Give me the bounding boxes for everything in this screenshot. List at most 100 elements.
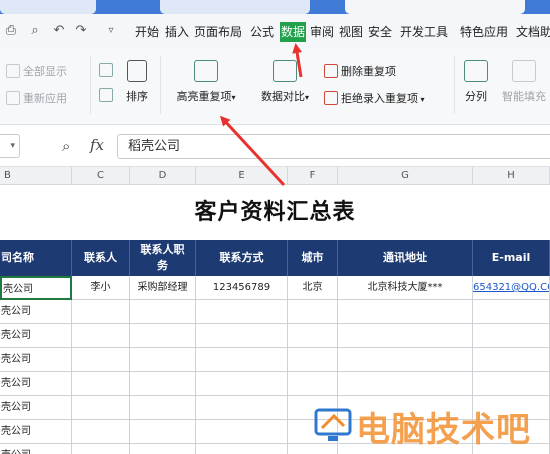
cell-address[interactable] [338, 348, 473, 372]
sort-descending-button[interactable] [99, 88, 113, 104]
column-header-b[interactable]: B [0, 167, 72, 185]
cell-phone[interactable] [196, 396, 288, 420]
cell-city[interactable] [288, 324, 338, 348]
menu-developer-tools[interactable]: 开发工具 [399, 22, 449, 42]
sheet-title[interactable]: 客户资料汇总表 [0, 185, 550, 240]
redo-icon[interactable]: ↷ [74, 24, 88, 38]
cell-company[interactable]: 壳公司 [0, 300, 72, 324]
show-all-button[interactable]: 全部显示 [6, 64, 67, 80]
reapply-button[interactable]: 重新应用 [6, 91, 67, 107]
menu-home[interactable]: 开始 [134, 22, 160, 42]
fx-icon[interactable]: fx [90, 136, 104, 154]
cell-city[interactable] [288, 372, 338, 396]
cell-phone[interactable] [196, 372, 288, 396]
cell-contact[interactable] [72, 420, 130, 444]
cell-company[interactable]: 壳公司 [0, 276, 72, 300]
cell-company[interactable]: 壳公司 [0, 396, 72, 420]
cell-phone[interactable] [196, 420, 288, 444]
cell-contact[interactable] [72, 396, 130, 420]
cell-city[interactable] [288, 348, 338, 372]
column-header-g[interactable]: G [338, 167, 473, 185]
cell-address[interactable] [338, 300, 473, 324]
cell-email[interactable]: 654321@QQ.CO [473, 276, 550, 300]
cell-email[interactable] [473, 300, 550, 324]
cell-company[interactable]: 壳公司 [0, 372, 72, 396]
header-company-name[interactable]: 司名称 [0, 240, 72, 276]
menu-formulas[interactable]: 公式 [249, 22, 275, 42]
header-city[interactable]: 城市 [288, 240, 338, 276]
cell-contact-title[interactable] [130, 372, 196, 396]
column-header-c[interactable]: C [72, 167, 130, 185]
menu-data[interactable]: 数据 [280, 22, 307, 42]
delete-duplicates-button[interactable]: 删除重复项 [324, 64, 396, 80]
document-tab[interactable] [0, 0, 96, 14]
header-address[interactable]: 通讯地址 [338, 240, 473, 276]
split-column-button[interactable]: 分列 [459, 60, 493, 110]
cell-contact-title[interactable] [130, 396, 196, 420]
cell-city[interactable]: 北京 [288, 276, 338, 300]
cell-contact[interactable]: 李小 [72, 276, 130, 300]
cell-email[interactable] [473, 324, 550, 348]
menu-view[interactable]: 视图 [338, 22, 364, 42]
menu-special-features[interactable]: 特色应用 [459, 22, 509, 42]
cell-address[interactable]: 北京科技大厦*** [338, 276, 473, 300]
header-phone[interactable]: 联系方式 [196, 240, 288, 276]
cell-contact-title[interactable]: 采购部经理 [130, 276, 196, 300]
column-header-d[interactable]: D [130, 167, 196, 185]
name-box-dropdown[interactable]: ▾ [0, 134, 20, 158]
print-icon[interactable]: ⎙ [4, 24, 18, 38]
cell-phone[interactable]: 123456789 [196, 276, 288, 300]
cell-company[interactable]: 壳公司 [0, 324, 72, 348]
cell-company[interactable]: 壳公司 [0, 348, 72, 372]
cell-phone[interactable] [196, 348, 288, 372]
header-contact-title[interactable]: 联系人职务 [130, 240, 196, 276]
cell-contact[interactable] [72, 324, 130, 348]
column-header-e[interactable]: E [196, 167, 288, 185]
cell-contact-title[interactable] [130, 420, 196, 444]
reject-duplicate-entry-button[interactable]: 拒绝录入重复项 ▾ [324, 91, 425, 107]
zoom-search-icon[interactable]: ⌕ [62, 137, 70, 155]
cell-company[interactable]: 壳公司 [0, 444, 72, 454]
column-header-h[interactable]: H [473, 167, 550, 185]
cell-email[interactable] [473, 348, 550, 372]
cell-phone[interactable] [196, 324, 288, 348]
data-compare-button[interactable]: 数据对比▾ [252, 60, 318, 110]
cell-city[interactable] [288, 300, 338, 324]
cell-company[interactable]: 壳公司 [0, 420, 72, 444]
menu-insert[interactable]: 插入 [164, 22, 190, 42]
sort-ascending-button[interactable] [99, 63, 113, 79]
cell-phone[interactable] [196, 444, 288, 454]
cell-contact[interactable] [72, 372, 130, 396]
reject-duplicate-entry-icon [324, 91, 338, 105]
cell-email[interactable] [473, 372, 550, 396]
column-header-f[interactable]: F [288, 167, 338, 185]
undo-icon[interactable]: ↶ [52, 24, 66, 38]
menu-page-layout[interactable]: 页面布局 [193, 22, 243, 42]
cell-contact[interactable] [72, 300, 130, 324]
highlight-duplicates-button[interactable]: 高亮重复项▾ [166, 60, 246, 110]
cell-contact-title[interactable] [130, 444, 196, 454]
ribbon-divider [160, 56, 161, 114]
sort-button[interactable]: 排序 [120, 60, 154, 110]
active-document-tab[interactable] [345, 0, 525, 14]
menu-security[interactable]: 安全 [367, 22, 393, 42]
cell-phone[interactable] [196, 300, 288, 324]
formula-bar: ▾ ⌕ fx 稻壳公司 [0, 125, 550, 167]
menu-doc-assistant[interactable]: 文档助 [515, 22, 550, 42]
sort-ascending-icon [99, 63, 113, 77]
smart-fill-button[interactable]: 智能填充 [497, 60, 550, 110]
cell-contact-title[interactable] [130, 300, 196, 324]
print-preview-icon[interactable]: ⌕ [28, 24, 42, 38]
cell-contact-title[interactable] [130, 324, 196, 348]
cell-contact[interactable] [72, 444, 130, 454]
document-tab[interactable] [160, 0, 310, 14]
cell-contact-title[interactable] [130, 348, 196, 372]
menu-review[interactable]: 审阅 [309, 22, 335, 42]
header-email[interactable]: E-mail [473, 240, 550, 276]
cell-address[interactable] [338, 372, 473, 396]
formula-input[interactable]: 稻壳公司 [117, 134, 550, 159]
header-contact[interactable]: 联系人 [72, 240, 130, 276]
cell-contact[interactable] [72, 348, 130, 372]
quick-access-dropdown-icon[interactable]: ▿ [104, 24, 118, 38]
cell-address[interactable] [338, 324, 473, 348]
